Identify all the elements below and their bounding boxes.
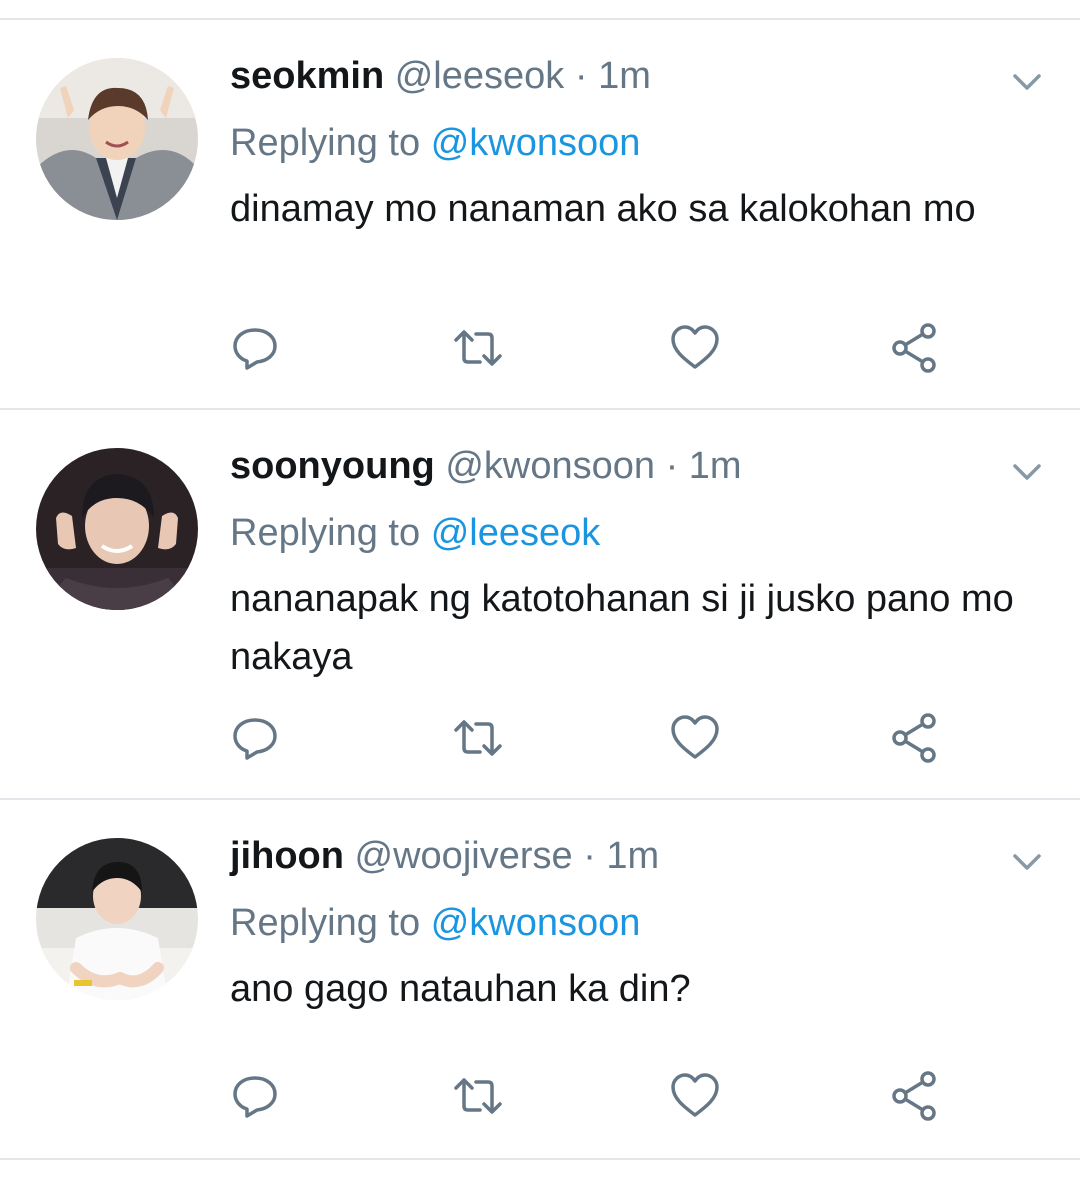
heart-icon[interactable] [667, 1068, 723, 1124]
replying-to-label: Replying to [230, 512, 421, 554]
timestamp[interactable]: 1m [606, 835, 659, 877]
replying-to: Replying to @leeseok [230, 509, 600, 557]
display-name[interactable]: soonyoung [230, 445, 435, 487]
share-icon[interactable] [888, 710, 944, 766]
reply-icon[interactable] [227, 1068, 283, 1124]
display-name[interactable]: seokmin [230, 55, 384, 97]
share-icon[interactable] [888, 320, 944, 376]
heart-icon[interactable] [667, 320, 723, 376]
retweet-icon[interactable] [450, 710, 506, 766]
replying-to-label: Replying to [230, 902, 421, 944]
replying-to-mention[interactable]: @kwonsoon [431, 122, 641, 164]
chevron-down-icon[interactable] [1007, 452, 1047, 492]
timestamp[interactable]: 1m [598, 55, 651, 97]
retweet-icon[interactable] [450, 1068, 506, 1124]
tweet-text: ano gago natauhan ka din? [230, 968, 691, 1010]
timestamp[interactable]: 1m [689, 445, 742, 487]
tweet[interactable]: jihoon @woojiverse · 1m Replying to @kwo… [0, 800, 1080, 1188]
tweet-actions [0, 320, 1080, 376]
tweet[interactable]: seokmin @leeseok · 1m Replying to @kwons… [0, 20, 1080, 408]
separator-dot: · [574, 55, 588, 97]
display-name[interactable]: jihoon [230, 835, 344, 877]
replying-to-mention[interactable]: @kwonsoon [431, 902, 641, 944]
avatar[interactable] [36, 838, 198, 1000]
tweet-text: dinamay mo nanaman ako sa kalokohan mo [230, 188, 976, 230]
bottom-divider [0, 1158, 1080, 1160]
replying-to-label: Replying to [230, 122, 421, 164]
chevron-down-icon[interactable] [1007, 62, 1047, 102]
replying-to: Replying to @kwonsoon [230, 119, 640, 167]
tweet[interactable]: soonyoung @kwonsoon · 1m Replying to @le… [0, 410, 1080, 798]
separator-dot: · [583, 835, 596, 877]
chevron-down-icon[interactable] [1007, 842, 1047, 882]
user-handle[interactable]: @leeseok [395, 55, 565, 97]
avatar[interactable] [36, 58, 198, 220]
avatar[interactable] [36, 448, 198, 610]
user-handle[interactable]: @kwonsoon [445, 445, 655, 487]
retweet-icon[interactable] [450, 320, 506, 376]
tweet-text: nananapak ng katotohanan si ji jusko pan… [230, 578, 1014, 678]
heart-icon[interactable] [667, 710, 723, 766]
user-handle[interactable]: @woojiverse [355, 835, 573, 877]
tweet-actions [0, 1068, 1080, 1124]
replying-to-mention[interactable]: @leeseok [431, 512, 601, 554]
separator-dot: · [665, 445, 679, 487]
tweet-actions [0, 710, 1080, 766]
tweet-header: jihoon @woojiverse · 1m [230, 832, 659, 880]
share-icon[interactable] [888, 1068, 944, 1124]
reply-icon[interactable] [227, 320, 283, 376]
tweet-header: seokmin @leeseok · 1m [230, 52, 651, 100]
tweet-header: soonyoung @kwonsoon · 1m [230, 442, 742, 490]
replying-to: Replying to @kwonsoon [230, 899, 640, 947]
reply-icon[interactable] [227, 710, 283, 766]
